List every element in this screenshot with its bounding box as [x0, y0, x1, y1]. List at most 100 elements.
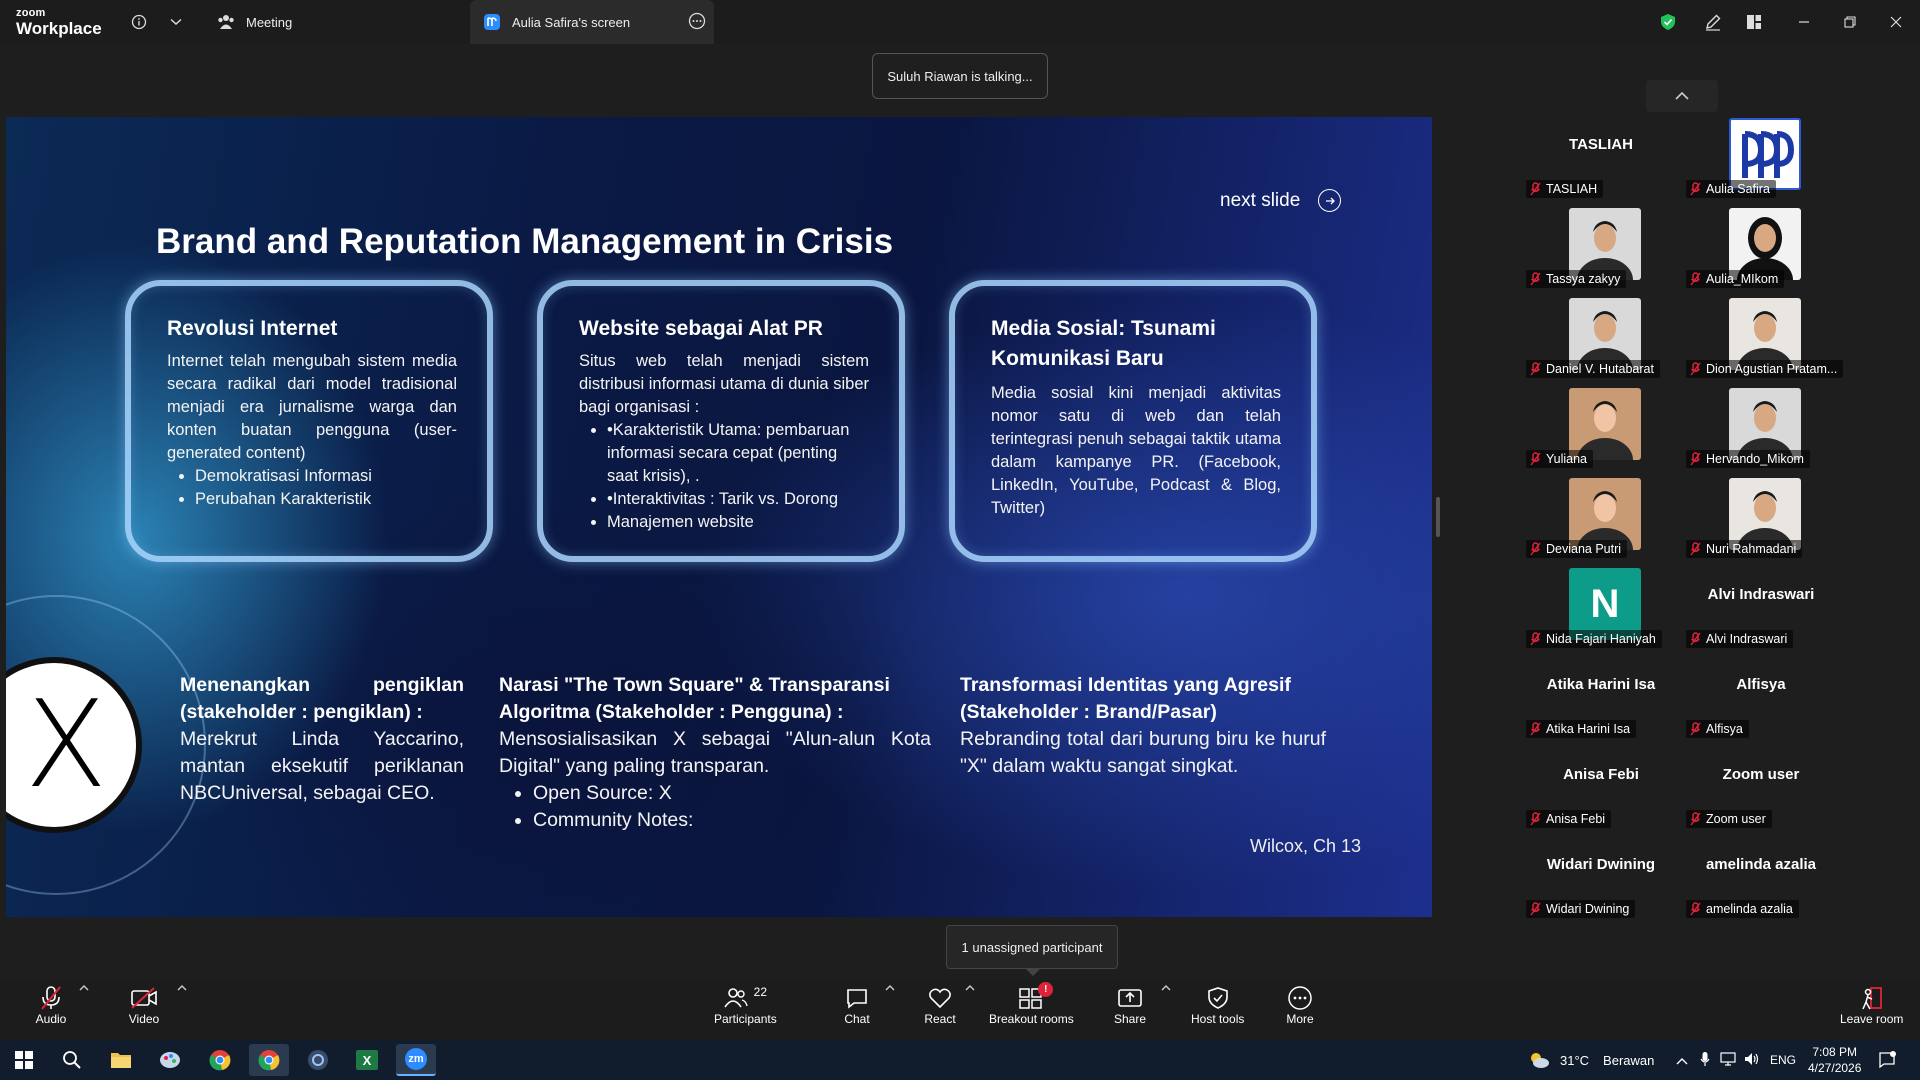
more-options-icon[interactable] [688, 12, 706, 33]
chevron-down-icon[interactable] [165, 11, 187, 33]
participant-name-large: amelinda azalia [1705, 856, 1817, 873]
chrome-icon[interactable] [200, 1044, 240, 1076]
participant-name-label: Alfisya [1686, 720, 1749, 738]
windows-start-icon[interactable] [4, 1044, 44, 1076]
video-off-icon [128, 984, 160, 1012]
participant-name: Nuri Rahmadani [1706, 542, 1797, 556]
tab-shared-screen[interactable]: Aulia Safira's screen [470, 0, 714, 44]
participant-tile[interactable]: amelinda azalia amelinda azalia [1686, 838, 1836, 926]
mic-tray-icon[interactable] [1700, 1051, 1710, 1070]
leave-room-label: Leave room [1840, 1012, 1904, 1026]
mic-muted-icon [1690, 362, 1701, 376]
share-options-caret[interactable] [1161, 984, 1171, 991]
view-layout-icon[interactable] [1740, 10, 1768, 34]
participant-name-label: amelinda azalia [1686, 900, 1799, 918]
column-body: Merekrut Linda Yaccarino, mantan eksekut… [180, 728, 464, 804]
security-shield-icon[interactable] [1654, 10, 1682, 34]
more-button[interactable]: More [1284, 984, 1316, 1026]
input-language[interactable]: ENG [1770, 1053, 1796, 1067]
participant-tile[interactable]: Nuri Rahmadani [1686, 478, 1836, 566]
network-icon[interactable] [1720, 1051, 1736, 1069]
file-explorer-icon[interactable] [101, 1044, 141, 1076]
participant-tile[interactable]: TASLIAH TASLIAH [1526, 118, 1676, 206]
participant-tile[interactable]: Zoom user Zoom user [1686, 748, 1836, 836]
clock[interactable]: 7:08 PM 4/27/2026 [1808, 1040, 1861, 1080]
participants-label: Participants [714, 1012, 777, 1026]
screen-share-avatar-icon [482, 12, 502, 32]
participant-tile[interactable]: Daniel V. Hutabarat [1526, 298, 1676, 386]
zoom-app-icon[interactable]: zm [396, 1044, 436, 1076]
breakout-rooms-icon: ! [1015, 982, 1054, 1012]
participant-tile[interactable]: Atika Harini Isa Atika Harini Isa [1526, 658, 1676, 746]
unassigned-participant-tooltip[interactable]: 1 unassigned participant [946, 925, 1118, 976]
restore-icon[interactable] [1836, 10, 1864, 34]
camera-app-icon[interactable] [298, 1044, 338, 1076]
card-bullet: Manajemen website [607, 511, 869, 534]
participant-tile[interactable]: Tassya zakyy [1526, 208, 1676, 296]
tray-chevron-icon[interactable] [1676, 1053, 1688, 1068]
participant-name: Alvi Indraswari [1706, 632, 1788, 646]
host-tools-button[interactable]: Host tools [1191, 984, 1244, 1026]
panel-resize-handle[interactable] [1436, 497, 1440, 537]
participant-tile[interactable]: Aulia Safira [1686, 118, 1836, 206]
participant-tile[interactable]: Hervando_Mikom [1686, 388, 1836, 476]
minimize-icon[interactable] [1790, 10, 1818, 34]
participant-name-label: Nuri Rahmadani [1686, 540, 1803, 558]
participant-tile[interactable]: Alvi Indraswari Alvi Indraswari [1686, 568, 1836, 656]
paint-icon[interactable] [150, 1044, 190, 1076]
card-bullets: •Karakteristik Utama: pembaruan informas… [607, 419, 869, 534]
share-label: Share [1114, 1012, 1147, 1026]
breakout-alert-badge: ! [1038, 982, 1054, 997]
participant-tile[interactable]: Deviana Putri [1526, 478, 1676, 566]
participant-name-large: Alfisya [1736, 676, 1786, 693]
chat-options-caret[interactable] [885, 984, 895, 991]
audio-options-caret[interactable] [79, 984, 89, 991]
audio-button[interactable]: Audio [35, 984, 67, 1026]
tab-meeting[interactable]: Meeting [216, 0, 466, 44]
excel-icon[interactable]: X [347, 1044, 387, 1076]
chat-label: Chat [844, 1012, 870, 1026]
participant-tile[interactable]: Yuliana [1526, 388, 1676, 476]
column-stakeholder-advertisers: Menenangkan pengiklan (stakeholder : pen… [180, 672, 464, 807]
video-options-caret[interactable] [177, 984, 187, 991]
chat-button[interactable]: Chat [841, 984, 873, 1026]
video-button[interactable]: Video [128, 984, 160, 1026]
mic-muted-icon [1530, 812, 1541, 826]
mic-muted-icon [1530, 722, 1541, 736]
search-icon[interactable] [52, 1044, 92, 1076]
volume-icon[interactable] [1744, 1052, 1760, 1069]
participants-button[interactable]: 22 Participants [714, 984, 777, 1026]
participant-name: Zoom user [1706, 812, 1766, 826]
more-icon [1284, 984, 1316, 1012]
participant-tile[interactable]: Widari Dwining Widari Dwining [1526, 838, 1676, 926]
participant-tile[interactable]: Anisa Febi Anisa Febi [1526, 748, 1676, 836]
participant-tile[interactable]: Dion Agustian Pratam... [1686, 298, 1844, 386]
participant-name-large: Widari Dwining [1546, 856, 1656, 873]
share-button[interactable]: Share [1114, 984, 1146, 1026]
column-bullet: Open Source: X [533, 780, 931, 807]
shield-icon [1202, 984, 1234, 1012]
participant-tile[interactable]: Alfisya Alfisya [1686, 658, 1836, 746]
react-button[interactable]: React [924, 984, 956, 1026]
mic-muted-icon [1690, 182, 1701, 196]
chrome-profile-icon[interactable] [249, 1044, 289, 1076]
participant-tile[interactable]: Aulia_MIkom [1686, 208, 1836, 296]
collapse-gallery-button[interactable] [1646, 80, 1718, 112]
video-label: Video [128, 1012, 160, 1026]
react-options-caret[interactable] [965, 984, 975, 991]
participant-name: amelinda azalia [1706, 902, 1793, 916]
mic-muted-icon [1690, 452, 1701, 466]
info-icon[interactable] [128, 11, 150, 33]
x-logo-letter: X [24, 675, 108, 815]
notifications-icon[interactable] [1878, 1040, 1896, 1080]
weather-widget[interactable]: 31°C Berawan [1528, 1040, 1654, 1080]
weather-temp: 31°C [1560, 1052, 1590, 1068]
participant-tile[interactable]: N Nida Fajari Haniyah [1526, 568, 1676, 656]
breakout-rooms-button[interactable]: ! Breakout rooms [989, 982, 1074, 1026]
close-icon[interactable] [1882, 10, 1910, 34]
card-bullets: Demokratisasi Informasi Perubahan Karakt… [195, 465, 457, 511]
leave-room-button[interactable]: Leave room [1840, 984, 1903, 1026]
host-tools-label: Host tools [1191, 1012, 1245, 1026]
participant-name-large: Atika Harini Isa [1546, 676, 1656, 693]
annotate-pen-icon[interactable] [1699, 10, 1727, 34]
